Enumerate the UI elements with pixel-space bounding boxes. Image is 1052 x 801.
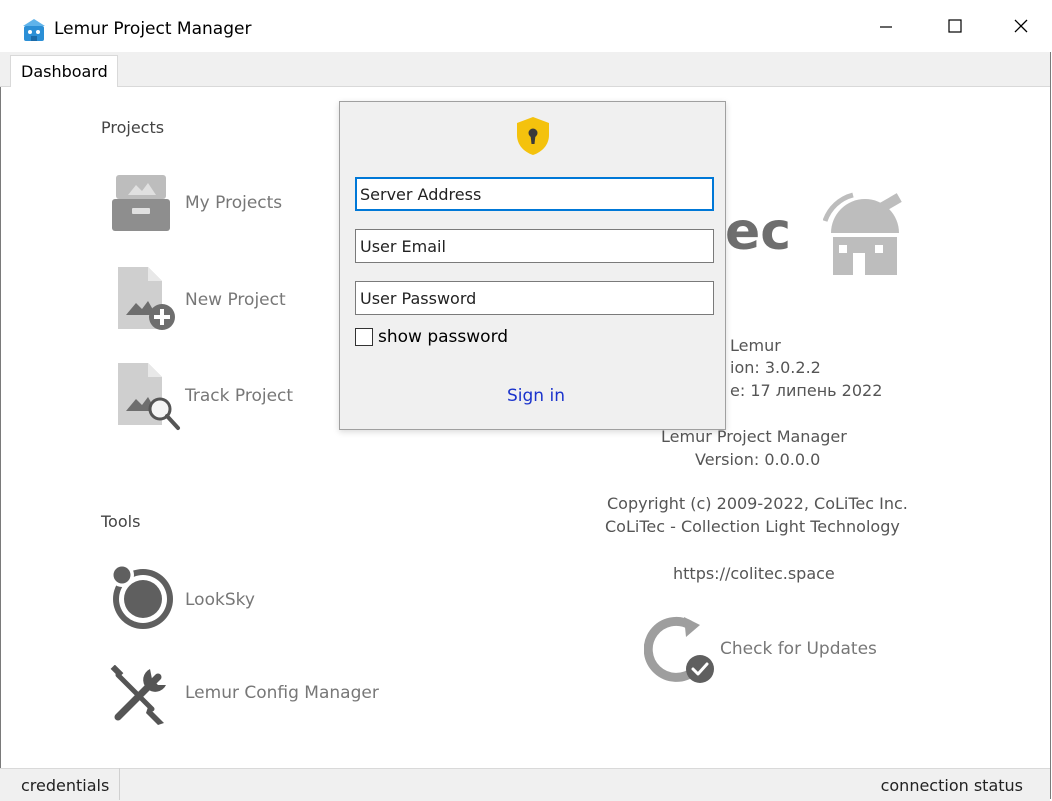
config-manager-item[interactable]: Lemur Config Manager — [108, 665, 428, 727]
user-password-input[interactable] — [355, 281, 714, 315]
window-title: Lemur Project Manager — [54, 19, 252, 39]
maximize-icon — [948, 19, 962, 33]
track-project-label: Track Project — [185, 386, 294, 406]
server-address-input[interactable] — [355, 177, 714, 211]
sign-in-link[interactable]: Sign in — [507, 386, 565, 406]
search-document-icon — [118, 363, 180, 430]
check-updates-label: Check for Updates — [720, 639, 877, 659]
title-bar: Lemur Project Manager — [0, 0, 1052, 52]
company-text: CoLiTec - Collection Light Technology — [605, 517, 900, 536]
minimize-button[interactable] — [851, 0, 921, 52]
minimize-icon — [880, 26, 892, 28]
check-updates-item[interactable]: Check for Updates — [644, 615, 904, 687]
new-project-item[interactable]: New Project — [116, 265, 316, 335]
shield-lock-icon — [517, 117, 549, 155]
tools-heading: Tools — [101, 512, 141, 531]
credentials-status-panel: credentials — [9, 768, 120, 800]
login-dialog: show password Sign in — [339, 101, 726, 430]
observatory-icon — [823, 192, 902, 275]
close-icon — [1014, 19, 1028, 33]
close-button[interactable] — [986, 0, 1052, 52]
looksky-icon — [110, 563, 173, 629]
tab-dashboard-label: Dashboard — [21, 62, 108, 81]
refresh-check-icon — [644, 616, 714, 683]
archive-box-icon — [112, 175, 170, 231]
track-project-item[interactable]: Track Project — [116, 361, 316, 433]
projects-heading: Projects — [101, 118, 165, 137]
colitec-logo-text: ec — [725, 202, 792, 262]
maximize-button[interactable] — [920, 0, 990, 52]
config-manager-label: Lemur Config Manager — [185, 683, 379, 703]
lemur-app-icon — [23, 19, 45, 41]
my-projects-item[interactable]: My Projects — [110, 171, 310, 235]
app-version: Version: 0.0.0.0 — [695, 450, 821, 469]
lemur-date: e: 17 липень 2022 — [730, 381, 883, 400]
connection-status: connection status — [880, 776, 1023, 795]
tab-strip — [0, 52, 1050, 87]
credentials-status: credentials — [21, 776, 110, 795]
lemur-version: ion: 3.0.2.2 — [730, 358, 821, 377]
show-password-label[interactable]: show password — [378, 327, 508, 347]
new-document-icon — [118, 267, 175, 330]
website-link[interactable]: https://colitec.space — [673, 564, 835, 583]
looksky-item[interactable]: LookSky — [106, 561, 306, 635]
copyright-text: Copyright (c) 2009-2022, CoLiTec Inc. — [607, 494, 908, 513]
tab-dashboard[interactable]: Dashboard — [10, 55, 118, 87]
show-password-checkbox[interactable] — [355, 328, 373, 346]
lemur-name: Lemur — [730, 336, 781, 355]
user-email-input[interactable] — [355, 229, 714, 263]
my-projects-label: My Projects — [185, 193, 283, 213]
new-project-label: New Project — [185, 290, 286, 310]
looksky-label: LookSky — [185, 590, 255, 610]
tools-icon — [110, 665, 166, 725]
